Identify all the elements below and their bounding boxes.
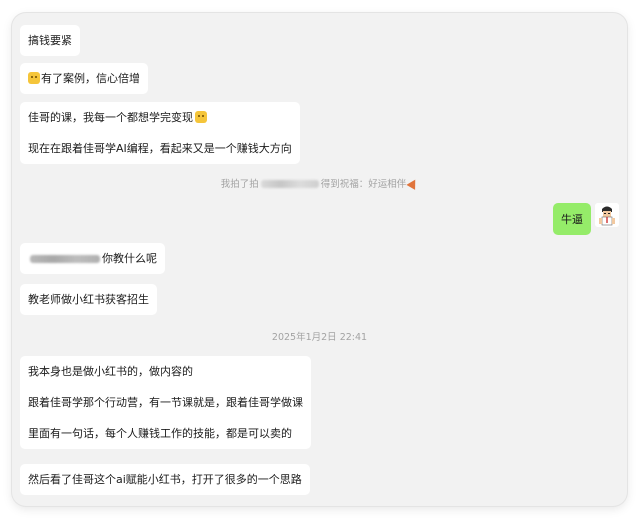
redacted-name: [30, 255, 100, 263]
message-text: 跟着佳哥学那个行动营，有一节课就是，跟着佳哥学做课: [28, 396, 303, 409]
message-text: 然后看了佳哥这个ai赋能小红书，打开了很多的一个思路: [28, 473, 302, 486]
message-text: 牛逼: [561, 213, 583, 226]
message-text: 教老师做小红书获客招生: [28, 293, 149, 306]
my-message-bubble[interactable]: 牛逼: [553, 203, 591, 235]
timestamp: 2025年1月2日 22:41: [271, 332, 368, 343]
message-text: 有了案例，信心倍增: [41, 72, 140, 85]
pat-notice: 我拍了拍 得到祝福：好运相伴: [12, 176, 627, 190]
message-bubble[interactable]: 佳哥的课，我每一个都想学完变现 现在在跟着佳哥学AI编程，看起来又是一个赚钱大方…: [20, 102, 300, 164]
cat-face-emoji-icon: [195, 111, 207, 123]
redacted-name: [260, 180, 319, 188]
message-bubble[interactable]: 然后看了佳哥这个ai赋能小红书，打开了很多的一个思路: [20, 464, 310, 495]
message-text: 我本身也是做小红书的，做内容的: [28, 365, 193, 378]
message-text: 佳哥的课，我每一个都想学完变现: [28, 111, 193, 124]
chat-window: 搞钱要紧 有了案例，信心倍增 佳哥的课，我每一个都想学完变现 现在在跟着佳哥学A…: [12, 13, 627, 506]
cat-face-emoji-icon: [28, 72, 40, 84]
message-bubble[interactable]: 搞钱要紧: [20, 25, 80, 56]
party-popper-icon: [406, 177, 420, 190]
avatar[interactable]: [595, 203, 619, 227]
message-bubble[interactable]: 你教什么呢: [20, 243, 165, 274]
message-text: 你教什么呢: [102, 252, 157, 265]
message-bubble[interactable]: 教老师做小红书获客招生: [20, 284, 157, 315]
message-text: 现在在跟着佳哥学AI编程，看起来又是一个赚钱大方向: [28, 142, 292, 155]
message-text: 搞钱要紧: [28, 34, 72, 47]
user-avatar-icon: [595, 203, 619, 227]
message-bubble[interactable]: 有了案例，信心倍增: [20, 63, 148, 94]
message-text: 里面有一句话，每个人赚钱工作的技能，都是可以卖的: [28, 427, 292, 440]
message-bubble[interactable]: 我本身也是做小红书的，做内容的 跟着佳哥学那个行动营，有一节课就是，跟着佳哥学做…: [20, 356, 311, 449]
